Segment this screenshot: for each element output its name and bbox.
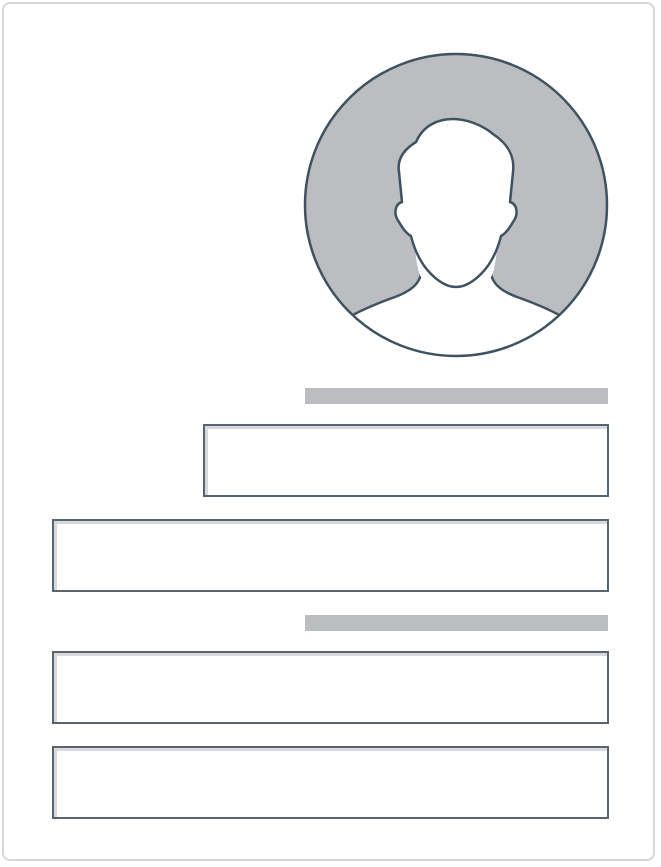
section-1-label-placeholder (305, 388, 608, 404)
section-2-input-1[interactable] (54, 653, 607, 722)
avatar[interactable] (303, 52, 609, 358)
short-text-field[interactable] (203, 424, 609, 497)
section-2-field-1[interactable] (52, 651, 609, 724)
section-2-field-2[interactable] (52, 746, 609, 819)
section-2-input-2[interactable] (54, 748, 607, 817)
section-2-label-placeholder (305, 615, 608, 631)
wide-text-input[interactable] (54, 521, 607, 590)
short-text-input[interactable] (205, 426, 607, 495)
wide-text-field[interactable] (52, 519, 609, 592)
